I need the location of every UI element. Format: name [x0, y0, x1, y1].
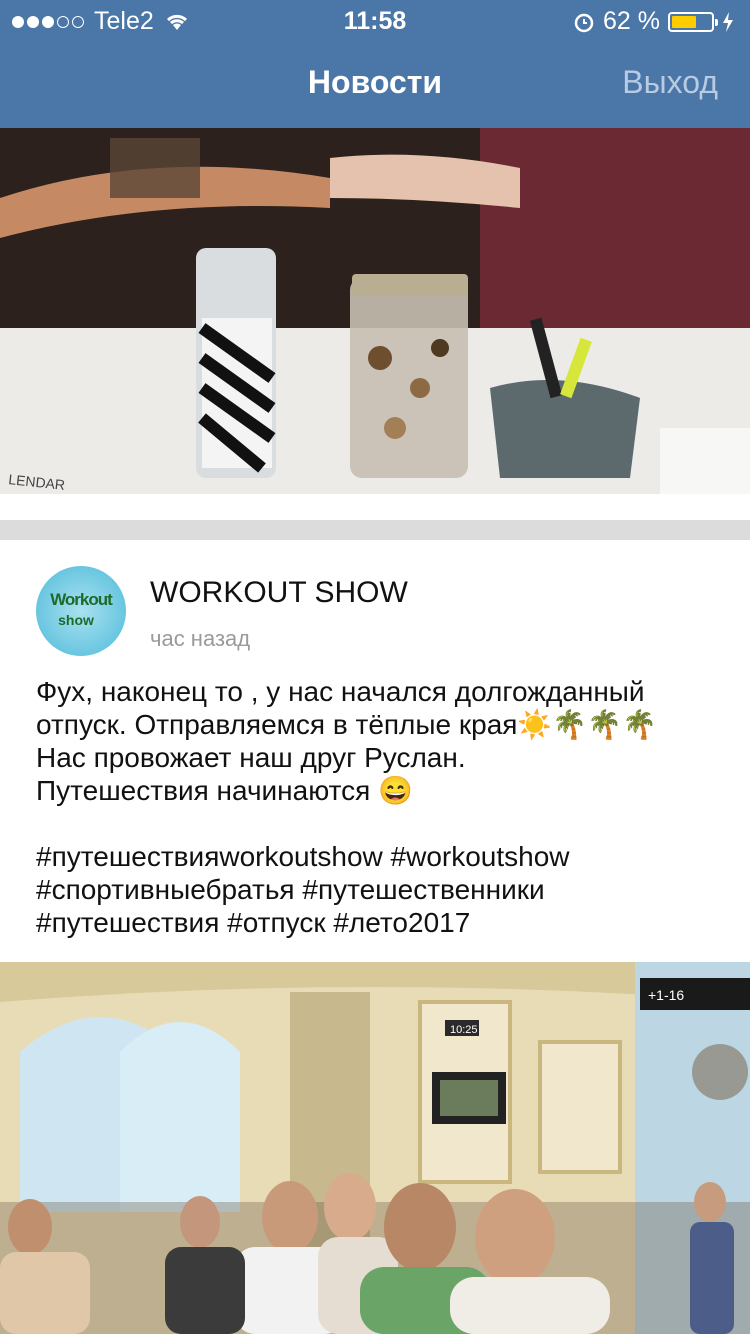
departure-board-text: +1-16: [648, 987, 684, 1003]
feed-separator: [0, 520, 750, 540]
avatar[interactable]: Workout show: [36, 566, 126, 656]
hashtag-line[interactable]: #путешествияworkoutshow #workoutshow: [36, 840, 726, 873]
charging-icon: [723, 11, 733, 32]
battery-percent: 62 %: [603, 7, 660, 35]
battery-icon: [668, 11, 718, 32]
post-line: Фух, наконец то , у нас начался долгожда…: [36, 676, 645, 707]
post-line: Нас провожает наш друг Руслан.: [36, 742, 466, 773]
logout-button[interactable]: Выход: [622, 64, 718, 101]
post-line: отпуск. Отправляемся в тёплые края☀️🌴🌴🌴: [36, 709, 657, 740]
post-line: Путешествия начинаются 😄: [36, 775, 413, 806]
post-text: Фух, наконец то , у нас начался долгожда…: [36, 675, 726, 939]
post-image-top[interactable]: LENDAR: [0, 128, 750, 494]
post-author[interactable]: WORKOUT SHOW: [150, 576, 408, 610]
hashtag-line[interactable]: #спортивныебратья #путешественники: [36, 873, 726, 906]
post-image[interactable]: 10:25 +1-16: [0, 962, 750, 1334]
post-timestamp: час назад: [150, 626, 251, 651]
hashtag-line[interactable]: #путешествия #отпуск #лето2017: [36, 906, 726, 939]
avatar-logo-subtext: show: [58, 612, 94, 628]
wall-clock-text: 10:25: [450, 1024, 478, 1036]
top-bar: Tele2 11:58 62 % Новости Выход: [0, 0, 750, 128]
alarm-icon: [574, 13, 594, 32]
striped-bottle: [198, 318, 276, 473]
avatar-logo-text: Workout: [50, 590, 113, 609]
status-bar: Tele2 11:58 62 %: [0, 0, 750, 40]
